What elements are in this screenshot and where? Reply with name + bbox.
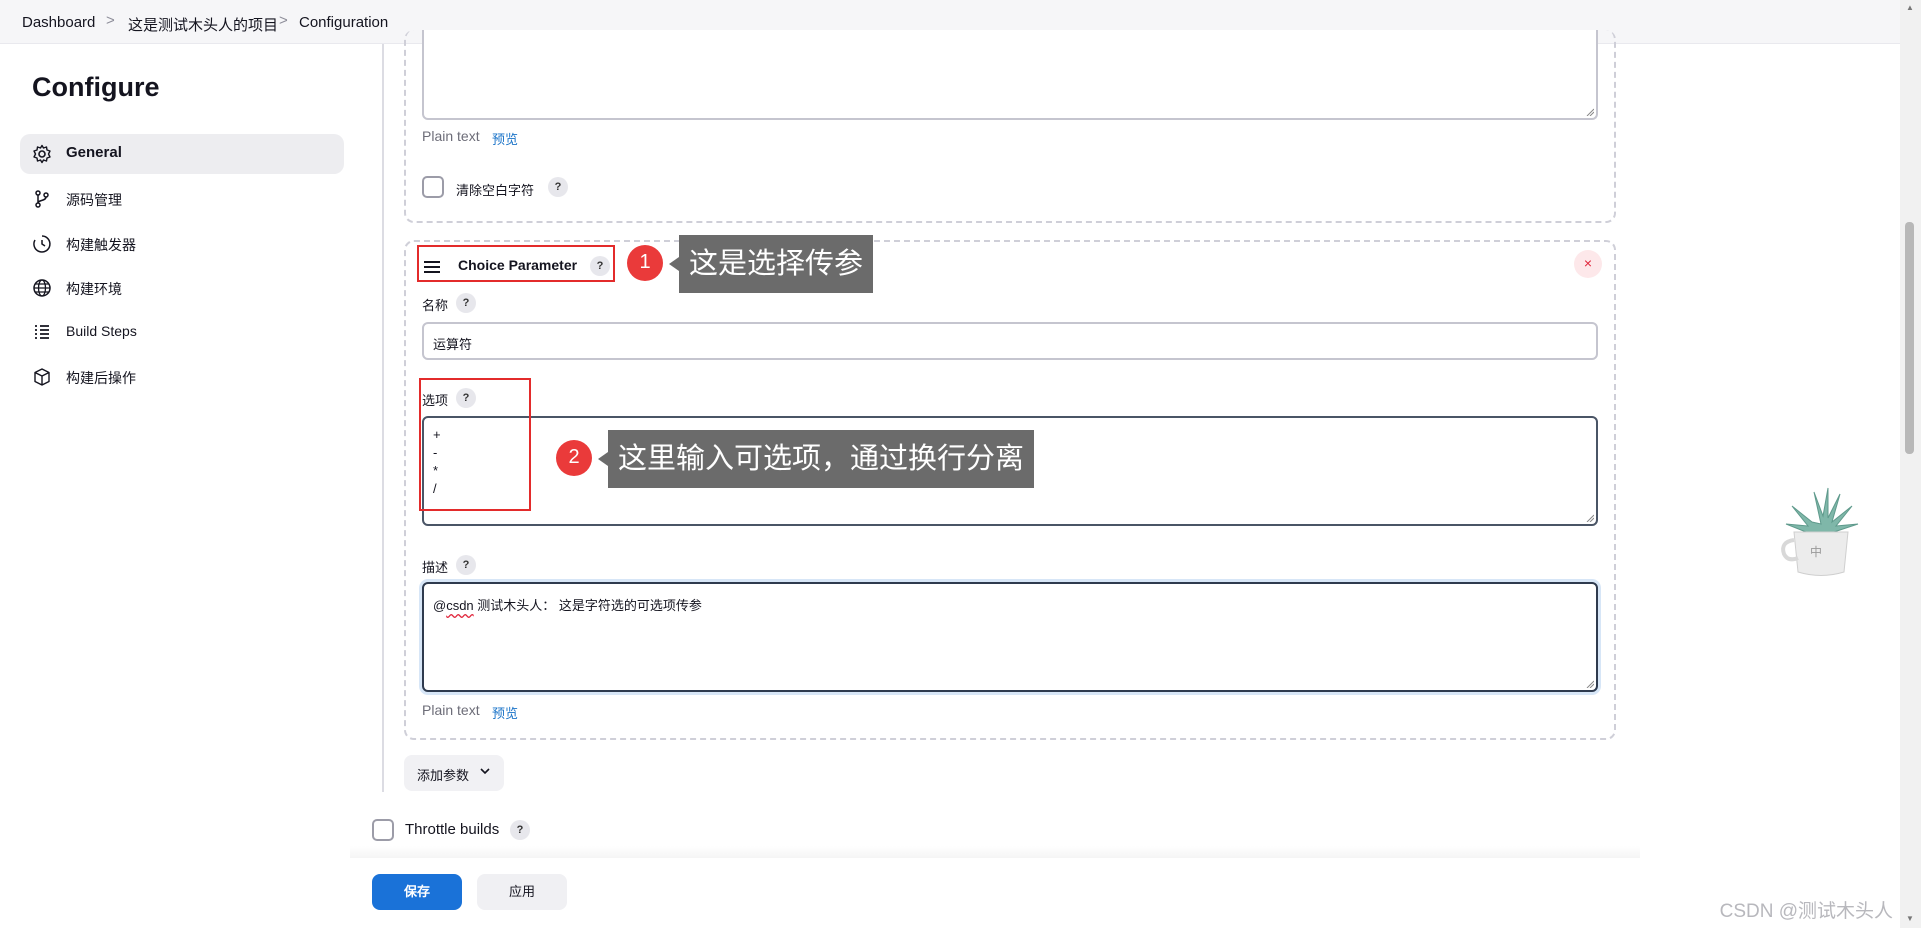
- previous-parameter-card: Plain text 预览 清除空白字符 ?: [404, 30, 1616, 223]
- sidebar-item-label: Build Steps: [66, 323, 137, 339]
- save-button[interactable]: 保存: [372, 874, 462, 910]
- description-label: 描述: [422, 560, 449, 575]
- resize-grip-icon[interactable]: [1586, 680, 1594, 688]
- scrollbar[interactable]: [1900, 0, 1921, 928]
- bottom-bar-shadow: [350, 846, 1640, 858]
- watermark: CSDN @测试木头人: [1719, 901, 1893, 922]
- scrollbar-thumb[interactable]: [1905, 222, 1914, 454]
- choice-parameter-card: Choice Parameter ? × 名称 ? 运算符 选项 ? + - *…: [404, 240, 1616, 740]
- sidebar-item-label: 构建触发器: [66, 237, 136, 253]
- sidebar-item-environment[interactable]: 构建环境: [20, 268, 344, 308]
- breadcrumb-project-link[interactable]: 这是测试木头人的项目: [128, 14, 278, 35]
- plant-widget-icon[interactable]: 中: [1776, 484, 1866, 579]
- annotation-callout: 这是选择传参: [668, 235, 874, 293]
- add-parameter-button[interactable]: 添加参数: [404, 755, 504, 791]
- description-textarea[interactable]: @csdn 测试木头人： 这是字符选的可选项传参: [422, 582, 1598, 692]
- sidebar-divider: [382, 44, 384, 792]
- annotation-highlight-box: [419, 378, 531, 511]
- globe-icon: [33, 279, 51, 297]
- breadcrumb-configuration: Configuration: [299, 14, 389, 31]
- trim-label: 清除空白字符: [456, 183, 535, 198]
- name-label: 名称: [422, 298, 449, 313]
- annotation-badge: 2: [556, 440, 592, 476]
- name-input[interactable]: 运算符: [422, 322, 1598, 360]
- sidebar-item-post-build[interactable]: 构建后操作: [20, 357, 344, 397]
- help-icon[interactable]: ?: [548, 177, 568, 197]
- cube-icon: [34, 368, 50, 386]
- throttle-builds-label: Throttle builds: [405, 821, 500, 838]
- annotation-callout: 这里输入可选项，通过换行分离: [597, 430, 1035, 488]
- sidebar-item-triggers[interactable]: 构建触发器: [20, 224, 344, 264]
- sidebar-item-source[interactable]: 源码管理: [20, 179, 344, 219]
- apply-button[interactable]: 应用: [477, 874, 567, 910]
- help-icon[interactable]: ?: [456, 293, 476, 313]
- widget-label: 中: [1810, 544, 1822, 559]
- close-button[interactable]: ×: [1574, 250, 1602, 278]
- resize-grip-icon[interactable]: [1586, 108, 1594, 116]
- sidebar-item-label: General: [66, 144, 122, 161]
- scroll-down-icon[interactable]: ▼: [1906, 914, 1914, 923]
- name-input-value: 运算符: [433, 337, 473, 352]
- sidebar-item-general[interactable]: General: [20, 134, 344, 174]
- sidebar-item-label: 源码管理: [66, 192, 122, 208]
- spellcheck-word: csdn: [446, 598, 474, 613]
- annotation-badge: 1: [627, 245, 663, 281]
- preview-link[interactable]: 预览: [492, 129, 518, 148]
- clock-icon: [33, 235, 51, 253]
- trim-checkbox[interactable]: [422, 176, 444, 198]
- plain-text-label: Plain text: [422, 128, 480, 144]
- throttle-builds-checkbox[interactable]: [372, 819, 394, 841]
- add-parameter-label: 添加参数: [417, 768, 470, 783]
- plain-text-label: Plain text: [422, 702, 480, 718]
- help-icon[interactable]: ?: [456, 555, 476, 575]
- sidebar-item-label: 构建后操作: [66, 370, 136, 386]
- preview-link[interactable]: 预览: [492, 703, 518, 722]
- sidebar-item-build-steps[interactable]: Build Steps: [20, 312, 344, 352]
- annotation-highlight-box: [417, 245, 615, 282]
- scroll-up-icon[interactable]: ▲: [1906, 3, 1914, 12]
- previous-description-textarea[interactable]: [422, 30, 1598, 120]
- sidebar-item-label: 构建环境: [66, 281, 122, 297]
- breadcrumb-dashboard-link[interactable]: Dashboard: [22, 14, 95, 31]
- help-icon[interactable]: ?: [510, 820, 530, 840]
- description-value: @csdn 测试木头人： 这是字符选的可选项传参: [433, 598, 702, 613]
- chevron-down-icon: [480, 768, 490, 775]
- breadcrumb-separator: >: [279, 12, 288, 29]
- branch-icon: [35, 190, 49, 208]
- resize-grip-icon[interactable]: [1586, 514, 1594, 522]
- list-icon: [35, 325, 49, 339]
- gear-icon: [33, 144, 51, 164]
- page-title: Configure: [32, 72, 160, 102]
- breadcrumb-separator: >: [106, 12, 115, 29]
